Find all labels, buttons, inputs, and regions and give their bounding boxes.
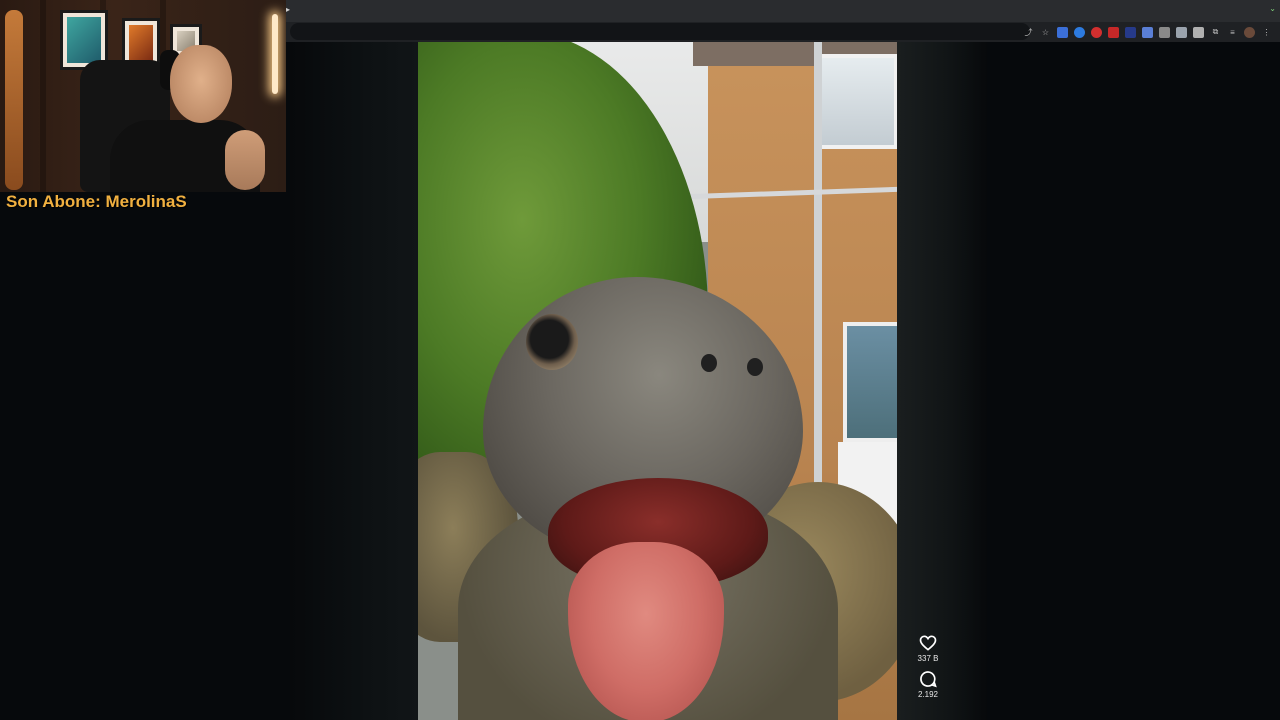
subscriber-caption: Son Abone: MerolinaS [6, 192, 187, 211]
profile-avatar-icon[interactable] [1244, 26, 1255, 38]
extension-icon-9[interactable] [1193, 26, 1204, 38]
extension-icon-6[interactable] [1142, 26, 1153, 38]
webcam-guitar [5, 10, 23, 190]
video-backdrop-left [290, 42, 418, 720]
webcam-overlay [0, 0, 286, 192]
menu-icon[interactable]: ⋮ [1261, 27, 1272, 38]
chevron-down-icon[interactable]: ⌄ [1269, 4, 1276, 13]
toolbar-icons: ⤴ ☆ ⧉ ≡ ⋮ [1023, 24, 1272, 40]
video-tortoise-nostril [747, 358, 763, 376]
extension-icon-1[interactable] [1057, 26, 1068, 38]
like-button[interactable]: 337 B [917, 633, 939, 663]
comment-count: 2.192 [917, 690, 939, 699]
address-bar[interactable] [290, 23, 1030, 40]
extension-icon-2[interactable] [1074, 26, 1085, 38]
extension-icon-4[interactable] [1108, 26, 1119, 38]
extension-icon-3[interactable] [1091, 26, 1102, 38]
comment-button[interactable]: 2.192 [918, 669, 938, 699]
share-icon[interactable]: ⤴ [1023, 27, 1034, 38]
puzzle-icon[interactable]: ⧉ [1210, 27, 1221, 38]
tab-scroll-arrow-icon[interactable]: ▸ [286, 5, 290, 14]
star-icon[interactable]: ☆ [1040, 27, 1051, 38]
video-player[interactable] [418, 42, 897, 720]
extension-icon-7[interactable] [1159, 26, 1170, 38]
video-tortoise-eye [526, 314, 578, 370]
tab-search-icon[interactable]: ≡ [1227, 27, 1238, 38]
video-tortoise-nostril [701, 354, 717, 372]
wall-panel [40, 0, 46, 192]
extension-icon-5[interactable] [1125, 26, 1136, 38]
video-backdrop-right [897, 42, 987, 720]
video-window-lower [843, 322, 897, 442]
heart-icon [919, 635, 937, 651]
webcam-person-arm [225, 130, 265, 190]
video-actions: 337 B 2.192 [908, 633, 948, 699]
comment-icon [920, 671, 937, 688]
video-window-upper [818, 54, 897, 149]
extension-icon-8[interactable] [1176, 26, 1187, 38]
webcam-person-head [170, 45, 232, 123]
webcam-light [272, 14, 278, 94]
like-count: 337 B [917, 654, 939, 663]
